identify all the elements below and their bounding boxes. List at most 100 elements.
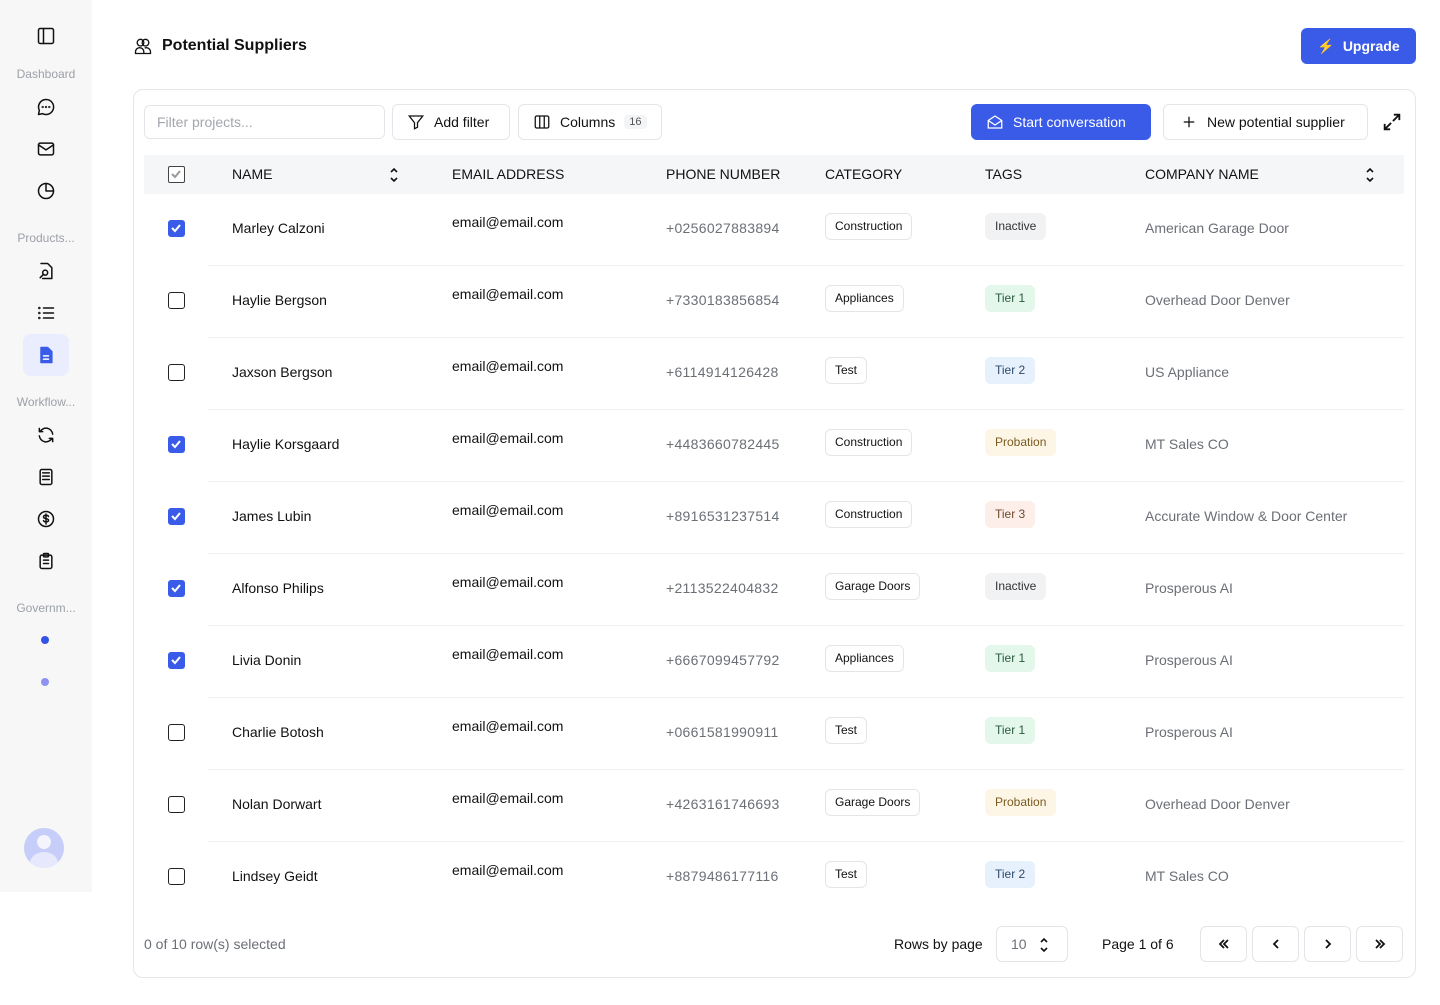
list-icon[interactable] — [34, 301, 58, 325]
refresh-icon[interactable] — [34, 423, 58, 447]
avatar[interactable] — [24, 828, 64, 868]
mail-icon[interactable] — [34, 137, 58, 161]
pie-chart-icon[interactable] — [34, 179, 58, 203]
column-header-category: CATEGORY — [825, 166, 903, 182]
supplier-email: email@email.com — [452, 574, 564, 590]
supplier-name: Charlie Botosh — [232, 724, 324, 740]
calculator-icon[interactable] — [34, 465, 58, 489]
rows-by-page-value: 10 — [1011, 936, 1027, 952]
new-supplier-button[interactable]: New potential supplier — [1163, 104, 1368, 140]
chat-icon[interactable] — [34, 95, 58, 119]
category-badge: Test — [825, 861, 868, 888]
supplier-email: email@email.com — [452, 718, 564, 734]
supplier-phone: +4483660782445 — [666, 436, 780, 452]
supplier-name: Haylie Bergson — [232, 292, 327, 308]
column-header-phone: PHONE NUMBER — [666, 166, 781, 182]
page-title: Potential Suppliers — [133, 36, 307, 56]
table-row[interactable]: Haylie Korsgaard email@email.com +44836607… — [144, 410, 1404, 482]
supplier-name: Lindsey Geidt — [232, 868, 318, 884]
status-dot[interactable] — [41, 636, 49, 644]
sort-icon[interactable] — [1365, 167, 1375, 183]
row-checkbox[interactable] — [168, 724, 185, 741]
chevron-left-icon — [1272, 939, 1279, 949]
supplier-email: email@email.com — [452, 430, 564, 446]
expand-icon[interactable] — [1381, 111, 1403, 133]
category-badge: Appliances — [825, 285, 904, 312]
supplier-name: Alfonso Philips — [232, 580, 324, 596]
clipboard-icon[interactable] — [34, 549, 58, 573]
last-page-button[interactable] — [1356, 926, 1403, 962]
table-row[interactable]: Marley Calzoni email@email.com +0256027883… — [144, 194, 1404, 266]
status-dot[interactable] — [41, 678, 49, 686]
selection-count: 0 of 10 row(s) selected — [144, 936, 286, 952]
columns-icon — [534, 115, 550, 129]
row-checkbox[interactable] — [168, 796, 185, 813]
table-row[interactable]: James Lubin email@email.com +8916531237514… — [144, 482, 1404, 554]
table-row[interactable]: Alfonso Philips email@email.com +211352240… — [144, 554, 1404, 626]
row-checkbox[interactable] — [168, 364, 185, 381]
table-row[interactable]: Nolan Dorwart email@email.com +42631617466… — [144, 770, 1404, 842]
next-page-button[interactable] — [1304, 926, 1351, 962]
supplier-phone: +2113522404832 — [666, 580, 779, 596]
row-checkbox[interactable] — [168, 436, 185, 453]
mail-open-icon — [987, 115, 1003, 129]
supplier-phone: +0256027883894 — [666, 220, 780, 236]
page-title-text: Potential Suppliers — [162, 37, 307, 54]
start-conversation-label: Start conversation — [1013, 114, 1126, 130]
supplier-name: Livia Donin — [232, 652, 302, 668]
supplier-phone: +6667099457792 — [666, 652, 780, 668]
row-checkbox[interactable] — [168, 868, 185, 885]
table-row[interactable]: Charlie Botosh email@email.com +0661581990… — [144, 698, 1404, 770]
file-search-icon[interactable] — [34, 259, 58, 283]
tag-badge: Tier 1 — [985, 717, 1036, 744]
sort-icon[interactable] — [389, 167, 399, 183]
supplier-phone: +4263161746693 — [666, 796, 780, 812]
supplier-name: Jaxson Bergson — [232, 364, 333, 380]
prev-page-button[interactable] — [1252, 926, 1299, 962]
row-checkbox[interactable] — [168, 580, 185, 597]
select-all-checkbox[interactable] — [168, 166, 185, 183]
document-icon[interactable] — [34, 343, 58, 367]
tag-badge: Tier 1 — [985, 285, 1036, 312]
supplier-email: email@email.com — [452, 286, 564, 302]
column-header-name[interactable]: NAME — [232, 155, 272, 194]
rows-by-page-select[interactable]: 10 — [996, 926, 1068, 962]
columns-button[interactable]: Columns 16 — [518, 104, 662, 140]
category-badge: Garage Doors — [825, 573, 921, 600]
column-header-email: EMAIL ADDRESS — [452, 166, 565, 182]
sidebar-section-products: Products... — [17, 231, 75, 245]
supplier-email: email@email.com — [452, 862, 564, 878]
supplier-phone: +0661581990911 — [666, 724, 779, 740]
sidebar-section-workflow: Workflow... — [16, 395, 76, 409]
tag-badge: Inactive — [985, 213, 1047, 240]
supplier-name: James Lubin — [232, 508, 312, 524]
category-badge: Construction — [825, 429, 913, 456]
row-checkbox[interactable] — [168, 508, 185, 525]
company-name: American Garage Door — [1145, 220, 1289, 236]
table-row[interactable]: Livia Donin email@email.com +6667099457792… — [144, 626, 1404, 698]
lightning-icon: ⚡ — [1317, 37, 1335, 54]
company-name: Prosperous AI — [1145, 652, 1233, 668]
tag-badge: Tier 3 — [985, 501, 1036, 528]
sidebar: Dashboard Products... Workflow... Govern… — [0, 0, 92, 892]
supplier-phone: +8916531237514 — [666, 508, 780, 524]
row-checkbox[interactable] — [168, 292, 185, 309]
column-header-tags: TAGS — [985, 166, 1023, 182]
column-header-company[interactable]: COMPANY NAME — [1145, 155, 1259, 194]
supplier-name: Marley Calzoni — [232, 220, 325, 236]
filter-input[interactable] — [144, 105, 385, 139]
company-name: US Appliance — [1145, 364, 1230, 380]
upgrade-button[interactable]: ⚡ Upgrade — [1301, 28, 1416, 64]
row-checkbox[interactable] — [168, 220, 185, 237]
table-row[interactable]: Haylie Bergson email@email.com +7330183856… — [144, 266, 1404, 338]
first-page-button[interactable] — [1200, 926, 1247, 962]
table-row[interactable]: Lindsey Geidt email@email.com +88794861771… — [144, 842, 1404, 914]
table-row[interactable]: Jaxson Bergson email@email.com +6114914126… — [144, 338, 1404, 410]
sidebar-toggle-icon[interactable] — [34, 24, 58, 48]
add-filter-button[interactable]: Add filter — [392, 104, 510, 140]
start-conversation-button[interactable]: Start conversation — [971, 104, 1151, 140]
row-checkbox[interactable] — [168, 652, 185, 669]
dollar-icon[interactable] — [34, 507, 58, 531]
upgrade-label: Upgrade — [1342, 38, 1400, 54]
chevron-updown-icon — [1040, 937, 1048, 953]
